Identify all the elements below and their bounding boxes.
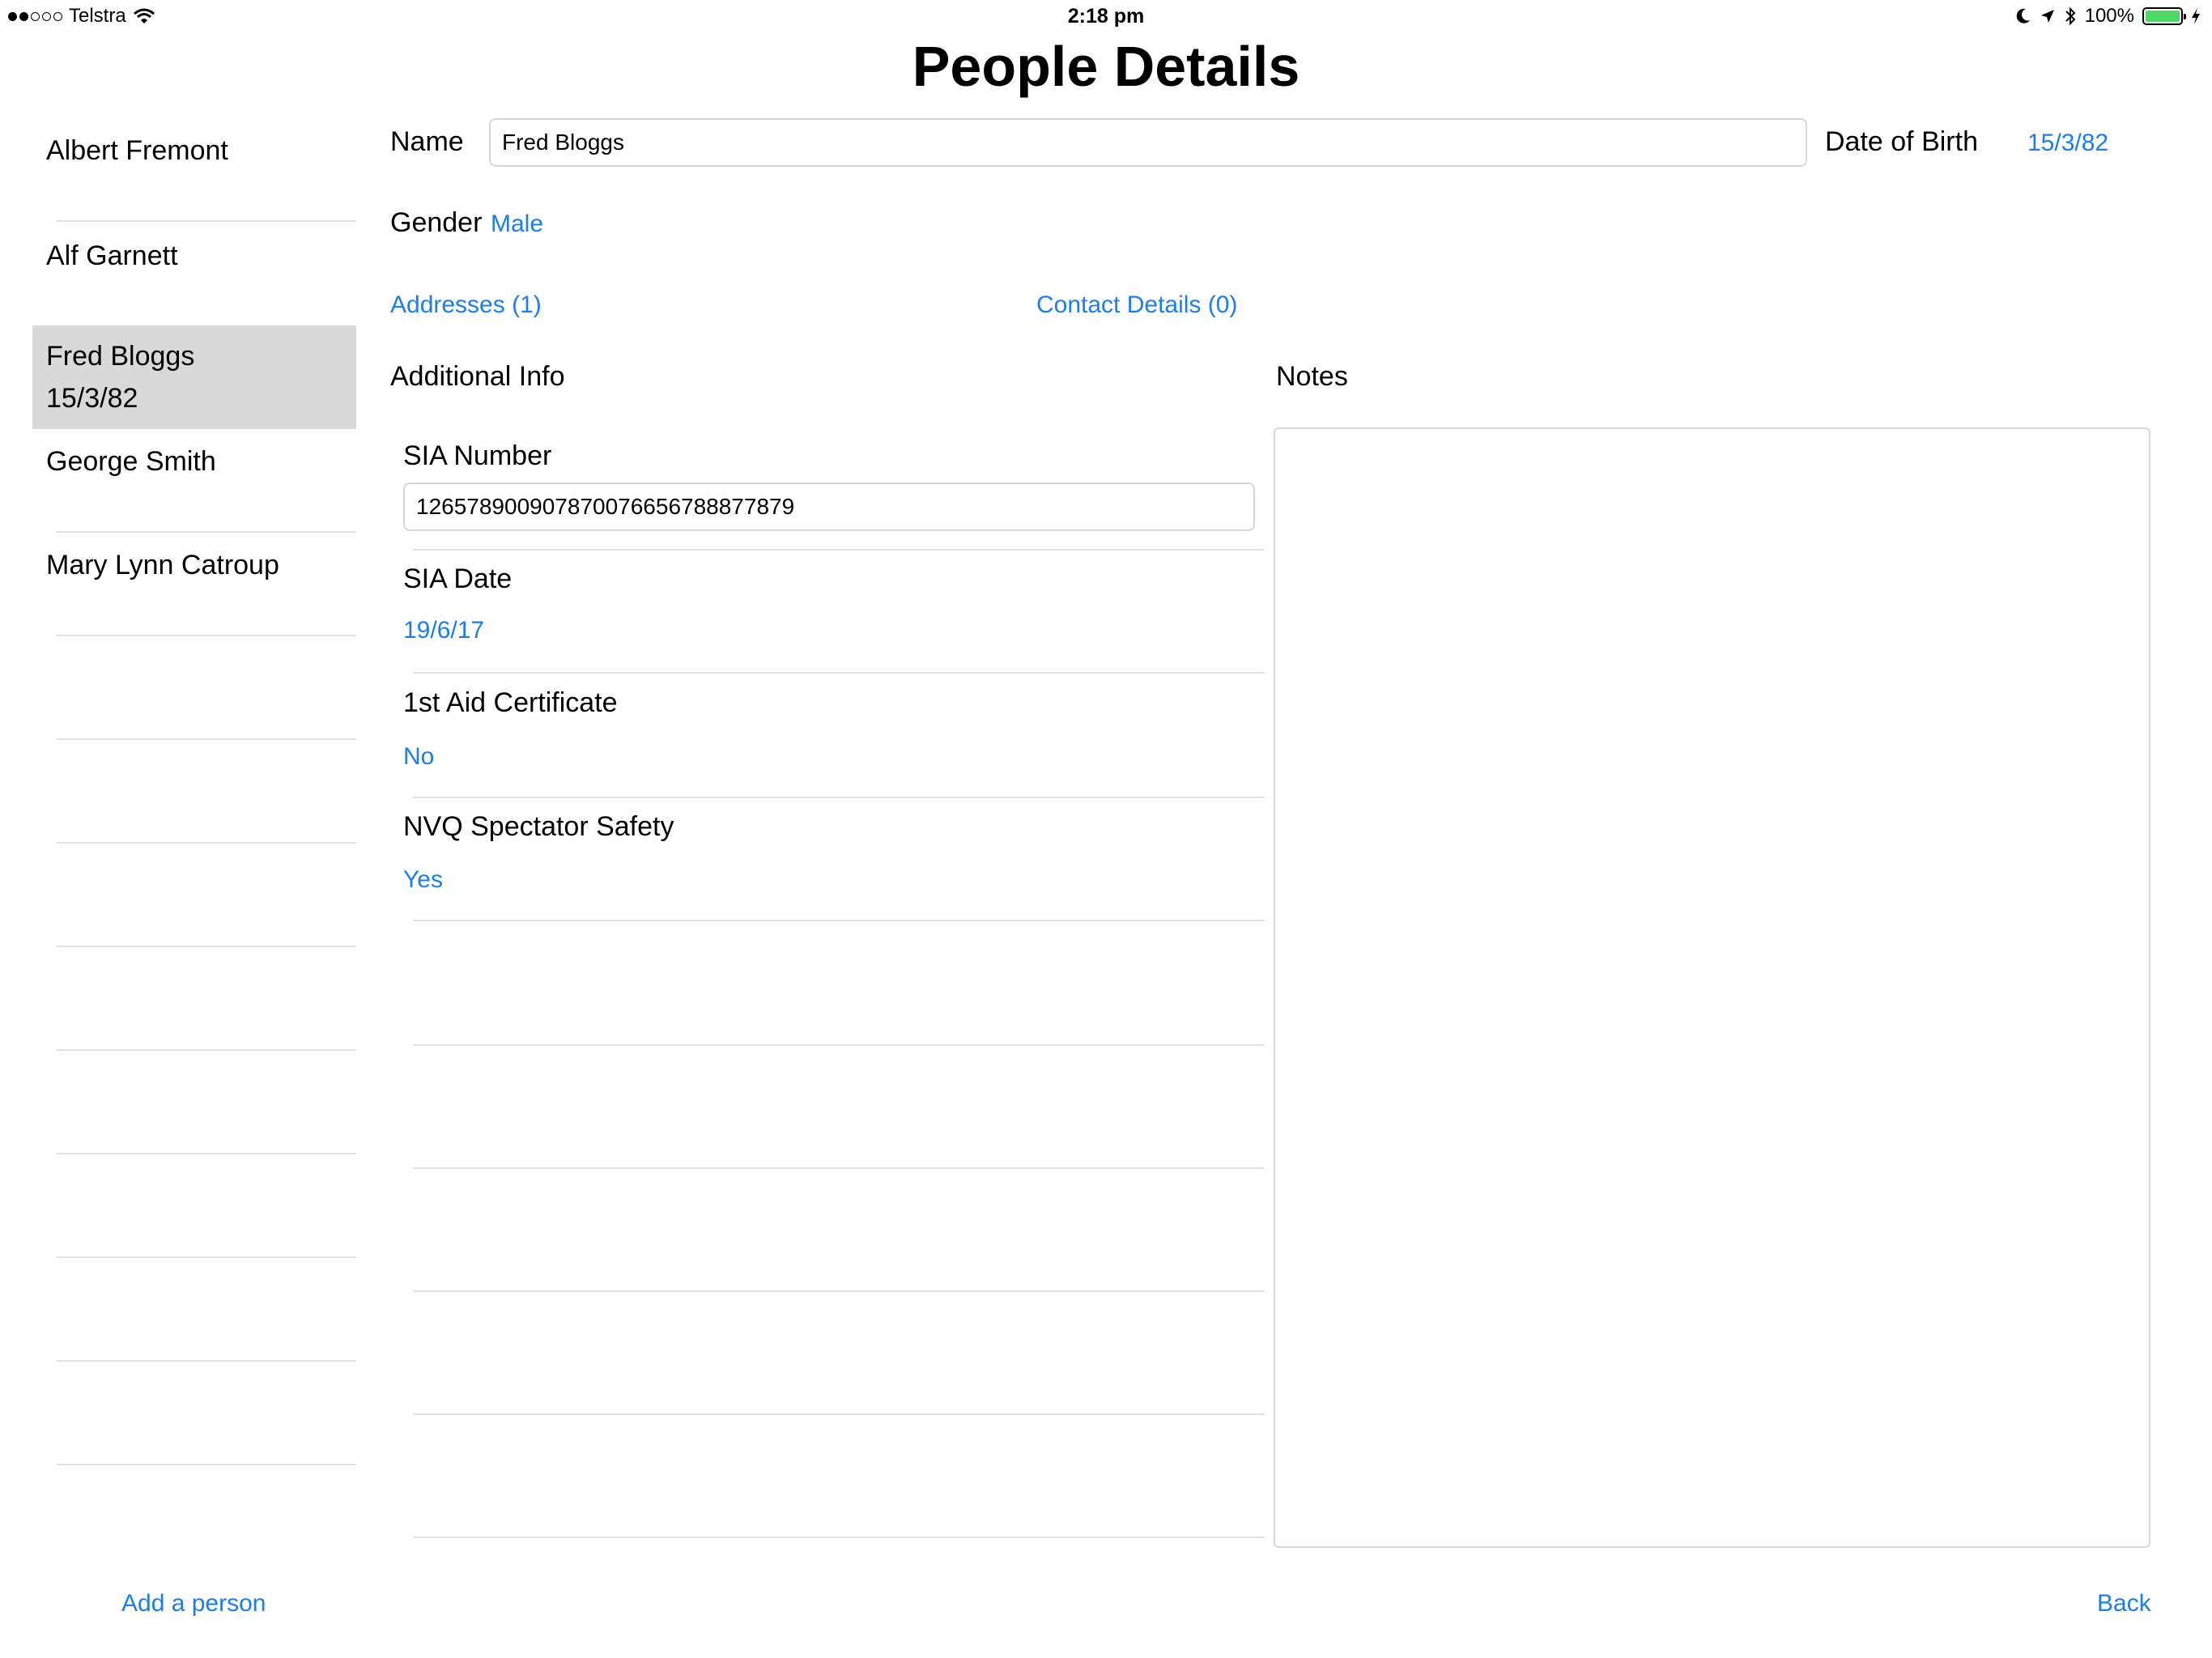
additional-info-label: Additional Info: [390, 361, 565, 392]
sia-number-field[interactable]: 126578900907870076656788877879: [403, 483, 1255, 531]
moon-icon: [2016, 8, 2030, 23]
battery-icon: [2142, 7, 2186, 25]
status-bar: Telstra 2:18 pm 100%: [0, 0, 2212, 34]
list-item-name: Alf Garnett: [46, 240, 178, 271]
bluetooth-icon: [2065, 6, 2076, 26]
list-item-fred-bloggs[interactable]: Fred Bloggs 15/3/82: [32, 325, 356, 429]
list-separator: [57, 1153, 356, 1154]
list-item-albert-fremont[interactable]: Albert Fremont: [32, 97, 356, 201]
list-item-name: George Smith: [46, 446, 216, 477]
list-separator: [57, 1049, 356, 1051]
addresses-link[interactable]: Addresses (1): [390, 291, 542, 319]
row-separator: [413, 1537, 1265, 1538]
first-aid-label: 1st Aid Certificate: [403, 687, 618, 718]
back-button[interactable]: Back: [2097, 1590, 2151, 1618]
list-item-dob: 15/3/82: [46, 383, 138, 414]
sia-date-label: SIA Date: [403, 563, 513, 594]
list-separator: [57, 842, 356, 844]
list-separator: [57, 1464, 356, 1465]
first-aid-value[interactable]: No: [403, 743, 434, 771]
list-item-mary-lynn-catroup[interactable]: Mary Lynn Catroup: [32, 533, 356, 635]
gender-value[interactable]: Male: [491, 210, 543, 238]
name-field[interactable]: Fred Bloggs: [489, 118, 1807, 167]
row-separator: [413, 1290, 1265, 1292]
dob-label: Date of Birth: [1825, 126, 1978, 157]
list-item-name: Fred Bloggs: [46, 341, 195, 372]
list-separator: [57, 1256, 356, 1258]
battery-percent: 100%: [2084, 5, 2134, 27]
row-separator: [413, 920, 1265, 921]
nvq-label: NVQ Spectator Safety: [403, 811, 674, 842]
location-arrow-icon: [2040, 10, 2054, 23]
gender-label: Gender: [390, 207, 483, 238]
contact-details-link[interactable]: Contact Details (0): [1036, 291, 1237, 319]
row-separator: [413, 1414, 1265, 1415]
notes-label: Notes: [1276, 361, 1348, 392]
row-separator: [413, 672, 1265, 674]
page-title: People Details: [912, 35, 1300, 98]
charging-bolt-icon: [2192, 8, 2200, 24]
list-item-name: Mary Lynn Catroup: [46, 550, 279, 580]
list-separator: [57, 738, 356, 740]
nvq-value[interactable]: Yes: [403, 866, 443, 894]
sia-date-value[interactable]: 19/6/17: [403, 617, 484, 644]
row-separator: [413, 797, 1265, 798]
add-person-button[interactable]: Add a person: [121, 1590, 266, 1618]
list-separator: [57, 635, 356, 636]
list-item-george-smith[interactable]: George Smith: [32, 429, 356, 531]
list-item-alf-garnett[interactable]: Alf Garnett: [32, 222, 356, 324]
sia-number-label: SIA Number: [403, 440, 552, 471]
row-separator: [413, 1044, 1265, 1046]
list-separator: [57, 1360, 356, 1362]
list-item-name: Albert Fremont: [46, 135, 228, 166]
row-separator: [413, 549, 1265, 551]
name-label: Name: [390, 126, 464, 157]
status-right: 100%: [2015, 5, 2201, 28]
status-time: 2:18 pm: [1067, 5, 1145, 28]
row-separator: [413, 1167, 1265, 1169]
list-separator: [57, 946, 356, 947]
notes-textarea[interactable]: [1274, 427, 2150, 1548]
dob-value[interactable]: 15/3/82: [2027, 130, 2108, 157]
